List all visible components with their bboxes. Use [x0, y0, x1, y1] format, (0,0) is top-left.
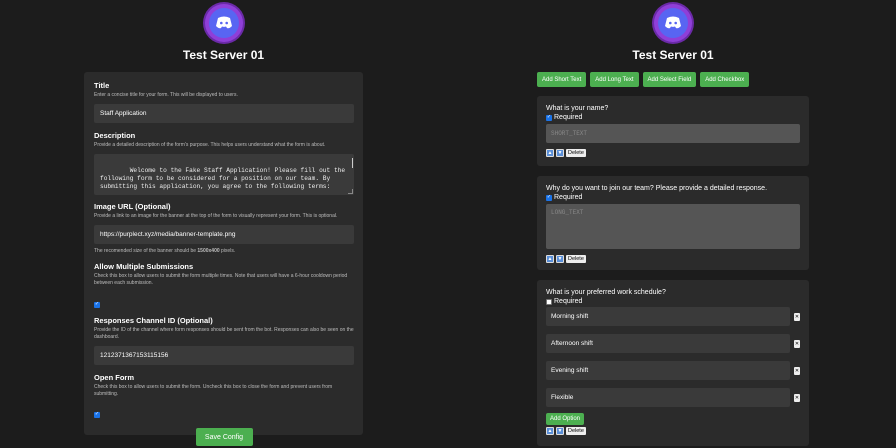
description-section: Description Provide a detailed descripti…: [94, 131, 354, 195]
channel-description: Provide the ID of the channel where form…: [94, 327, 354, 340]
arrow-down-icon[interactable]: ▼: [556, 149, 564, 157]
long-text-preview[interactable]: LONG_TEXT: [546, 204, 800, 249]
delete-button[interactable]: Delete: [566, 149, 586, 157]
question-controls: ▲ ▼ Delete: [546, 149, 800, 157]
close-icon[interactable]: ✕: [794, 393, 800, 402]
add-long-text-button[interactable]: Add Long Text: [590, 72, 639, 87]
description-textarea[interactable]: Welcome to the Fake Staff Application! P…: [94, 154, 354, 195]
required-label: Required: [554, 298, 583, 305]
checkmark-icon: ✓: [94, 411, 100, 417]
delete-button[interactable]: Delete: [566, 427, 586, 435]
delete-button[interactable]: Delete: [566, 255, 586, 263]
question-label: What is your preferred work schedule?: [546, 289, 666, 296]
server-avatar: [204, 4, 243, 42]
add-select-field-button[interactable]: Add Select Field: [642, 72, 697, 87]
required-label: Required: [554, 194, 583, 201]
banner-note-size: 1500x400: [197, 248, 220, 254]
add-short-text-button[interactable]: Add Short Text: [537, 72, 587, 87]
required-checkbox[interactable]: ✓: [546, 194, 552, 201]
option-input[interactable]: Afternoon shift: [546, 334, 790, 353]
multiple-submissions-checkbox[interactable]: ✓: [94, 301, 100, 308]
config-column: Test Server 01 Title Enter a concise tit…: [84, 0, 363, 446]
question-card: What is your name? ✓ Required SHORT_TEXT …: [537, 96, 809, 166]
arrow-up-icon[interactable]: ▲: [546, 149, 554, 157]
open-form-label: Open Form: [94, 373, 135, 382]
question-card: What is your preferred work schedule? Re…: [537, 280, 809, 446]
question-card: Why do you want to join our team? Please…: [537, 176, 809, 270]
close-icon[interactable]: ✕: [794, 339, 800, 348]
question-label: What is your name?: [546, 105, 609, 112]
arrow-down-icon[interactable]: ▼: [556, 427, 564, 435]
arrow-up-icon[interactable]: ▲: [546, 427, 554, 435]
builder-column: Test Server 01 Add Short Text Add Long T…: [537, 0, 809, 446]
option-input[interactable]: Evening shift: [546, 361, 790, 380]
title-description: Enter a concise title for your form. Thi…: [94, 92, 238, 98]
required-toggle[interactable]: ✓ Required: [546, 194, 800, 201]
server-header: Test Server 01: [84, 0, 363, 62]
description-help: Provide a detailed description of the fo…: [94, 142, 326, 148]
multiple-submissions-label: Allow Multiple Submissions: [94, 262, 194, 271]
discord-logo-icon: [658, 8, 688, 38]
title-label: Title: [94, 81, 110, 90]
question-controls: ▲ ▼ Delete: [546, 255, 800, 263]
banner-note-prefix: The recomended size of the banner should…: [94, 248, 198, 254]
banner-size-note: The recomended size of the banner should…: [94, 248, 354, 254]
required-toggle[interactable]: ✓ Required: [546, 114, 800, 121]
option-input[interactable]: Flexible: [546, 388, 790, 407]
checkmark-icon: ✓: [94, 301, 100, 307]
open-form-section: Open Form Check this box to allow users …: [94, 373, 354, 420]
form-config-panel: Title Enter a concise title for your for…: [84, 72, 363, 446]
arrow-up-icon[interactable]: ▲: [546, 255, 554, 263]
arrow-down-icon[interactable]: ▼: [556, 255, 564, 263]
server-name: Test Server 01: [632, 48, 714, 62]
required-checkbox[interactable]: [546, 298, 552, 305]
select-option: Morning shift ✕: [546, 307, 800, 326]
image-url-input[interactable]: https://purplect.xyz/media/banner-templa…: [94, 225, 354, 244]
add-option-button[interactable]: Add Option: [546, 413, 585, 425]
builder-toolbar: Add Short Text Add Long Text Add Select …: [537, 72, 809, 87]
multiple-submissions-description: Check this box to allow users to submit …: [94, 273, 348, 286]
close-icon[interactable]: ✕: [794, 366, 800, 375]
short-text-preview[interactable]: SHORT_TEXT: [546, 124, 800, 143]
channel-id-input[interactable]: 1212371367153115156: [94, 346, 354, 365]
close-icon[interactable]: ✕: [794, 312, 800, 321]
channel-section: Responses Channel ID (Optional) Provide …: [94, 316, 354, 365]
image-url-label: Image URL (Optional): [94, 202, 171, 211]
open-form-checkbox[interactable]: ✓: [94, 411, 100, 418]
resize-grip-icon[interactable]: [348, 189, 353, 194]
server-header: Test Server 01: [537, 0, 809, 62]
server-name: Test Server 01: [182, 48, 265, 62]
title-section: Title Enter a concise title for your for…: [94, 81, 354, 123]
image-url-section: Image URL (Optional) Provide a link to a…: [94, 202, 354, 254]
title-input[interactable]: Staff Application: [94, 104, 354, 123]
image-url-description: Provide a link to an image for the banne…: [94, 213, 338, 219]
channel-label: Responses Channel ID (Optional): [94, 316, 213, 325]
question-label: Why do you want to join our team? Please…: [546, 185, 768, 192]
required-checkbox[interactable]: ✓: [546, 114, 552, 121]
textarea-scrollbar[interactable]: [352, 158, 353, 168]
discord-logo-icon: [208, 8, 239, 38]
multiple-submissions-section: Allow Multiple Submissions Check this bo…: [94, 262, 354, 310]
question-controls: ▲ ▼ Delete: [546, 427, 800, 435]
option-input[interactable]: Morning shift: [546, 307, 790, 326]
save-config-button[interactable]: Save Config: [195, 428, 253, 446]
required-label: Required: [554, 114, 583, 121]
open-form-description: Check this box to allow users to submit …: [94, 384, 333, 397]
select-option: Flexible ✕: [546, 388, 800, 407]
banner-note-suffix: pixels.: [219, 248, 236, 254]
description-label: Description: [94, 131, 136, 140]
add-checkbox-button[interactable]: Add Checkbox: [700, 72, 750, 87]
select-option: Evening shift ✕: [546, 361, 800, 380]
required-toggle[interactable]: Required: [546, 298, 800, 305]
select-option: Afternoon shift ✕: [546, 334, 800, 353]
description-text: Welcome to the Fake Staff Application! P…: [100, 167, 346, 190]
server-avatar: [654, 4, 692, 42]
